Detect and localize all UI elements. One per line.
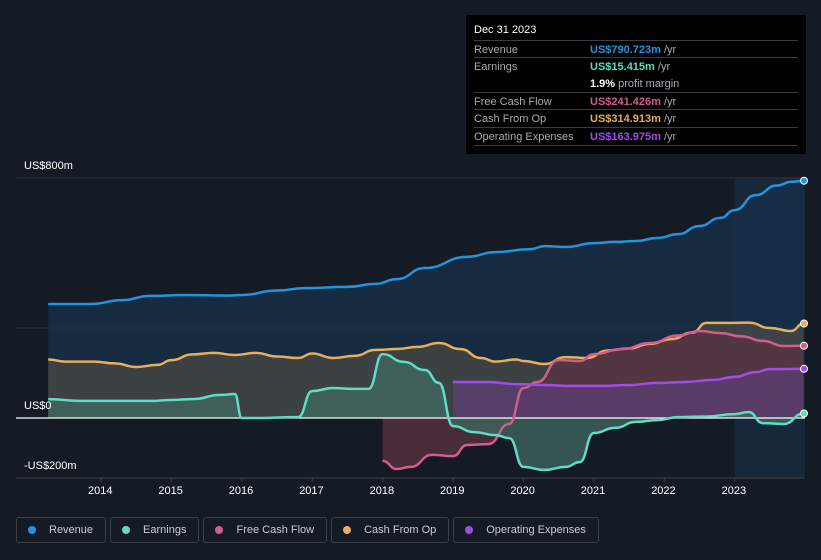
tooltip-row: Operating Expenses US$163.975m /yr [474, 126, 798, 145]
legend-item-cash-from-op[interactable]: Cash From Op [331, 517, 450, 543]
tooltip-row-value: US$314.913m /yr [590, 113, 677, 126]
tooltip: Dec 31 2023 Revenue US$790.723m /yr Earnin… [466, 15, 806, 154]
legend-item-free-cash-flow[interactable]: Free Cash Flow [203, 517, 328, 543]
x-tick-label: 2021 [580, 485, 606, 497]
tooltip-row-label: Earnings [474, 61, 518, 74]
end-marker-operating-expenses [800, 364, 808, 373]
x-tick-label: 2020 [510, 485, 535, 497]
legend-label: Operating Expenses [486, 524, 586, 536]
tooltip-row: Cash From Op US$314.913m /yr [474, 109, 798, 127]
x-tick-label: 2015 [158, 485, 183, 497]
legend-item-operating-expenses[interactable]: Operating Expenses [453, 517, 599, 543]
tooltip-row-value: US$790.723m /yr [590, 44, 677, 56]
tooltip-row-unit: profit margin [618, 77, 680, 90]
tooltip-date: Dec 31 2023 [474, 24, 537, 36]
x-tick-label: 2017 [299, 485, 324, 497]
x-tick-label: 2022 [651, 485, 676, 497]
end-marker-revenue [800, 176, 808, 185]
end-marker-cash-from-op [800, 319, 808, 328]
legend-label: Free Cash Flow [236, 524, 315, 536]
tooltip-row: Free Cash Flow US$241.426m /yr [474, 91, 798, 110]
tooltip-row-unit: /yr [664, 130, 677, 143]
x-tick-label: 2016 [228, 485, 254, 497]
legend-dot-icon [122, 526, 131, 534]
legend-dot-icon [343, 526, 352, 534]
legend: Revenue Earnings Free Cash Flow Cash From O… [16, 517, 599, 543]
legend-label: Earnings [143, 524, 187, 536]
tooltip-row-unit: /yr [664, 44, 677, 56]
tooltip-row-unit: /yr [657, 61, 671, 74]
y-tick-label-0: US$0 [24, 400, 52, 412]
tooltip-row-unit: /yr [664, 113, 677, 126]
tooltip-row-value: US$163.975m /yr [590, 130, 677, 143]
x-tick-label: 2023 [721, 485, 747, 497]
tooltip-row: Revenue US$790.723m /yr [474, 40, 798, 58]
tooltip-divider [474, 145, 798, 146]
tooltip-row: Earnings US$15.415m /yr [474, 57, 798, 75]
x-tick-label: 2018 [369, 485, 395, 497]
end-marker-earnings [800, 409, 808, 418]
legend-item-earnings[interactable]: Earnings [110, 517, 200, 543]
legend-item-revenue[interactable]: Revenue [16, 517, 107, 543]
tooltip-row-label: Revenue [474, 44, 519, 56]
legend-dot-icon [465, 526, 474, 534]
legend-label: Revenue [49, 524, 94, 536]
x-tick-label: 2014 [88, 485, 113, 497]
y-tick-label-800: US$800m [24, 160, 73, 172]
tooltip-row-value: US$15.415m /yr [590, 61, 671, 74]
legend-dot-icon [215, 526, 224, 534]
y-tick-label-neg200: -US$200m [24, 460, 77, 472]
legend-dot-icon [28, 526, 36, 534]
tooltip-row-value: 1.9% profit margin [590, 77, 680, 90]
end-marker-free-cash-flow [800, 341, 808, 350]
tooltip-row-value: US$241.426m /yr [590, 95, 677, 108]
tooltip-row: 1.9% profit margin [474, 75, 798, 92]
legend-label: Cash From Op [364, 524, 437, 536]
x-tick-label: 2019 [440, 485, 465, 497]
tooltip-row-label: Operating Expenses [474, 130, 574, 143]
tooltip-row-label: Cash From Op [474, 113, 547, 126]
tooltip-row-unit: /yr [664, 95, 677, 108]
tooltip-row-label: Free Cash Flow [474, 95, 552, 108]
